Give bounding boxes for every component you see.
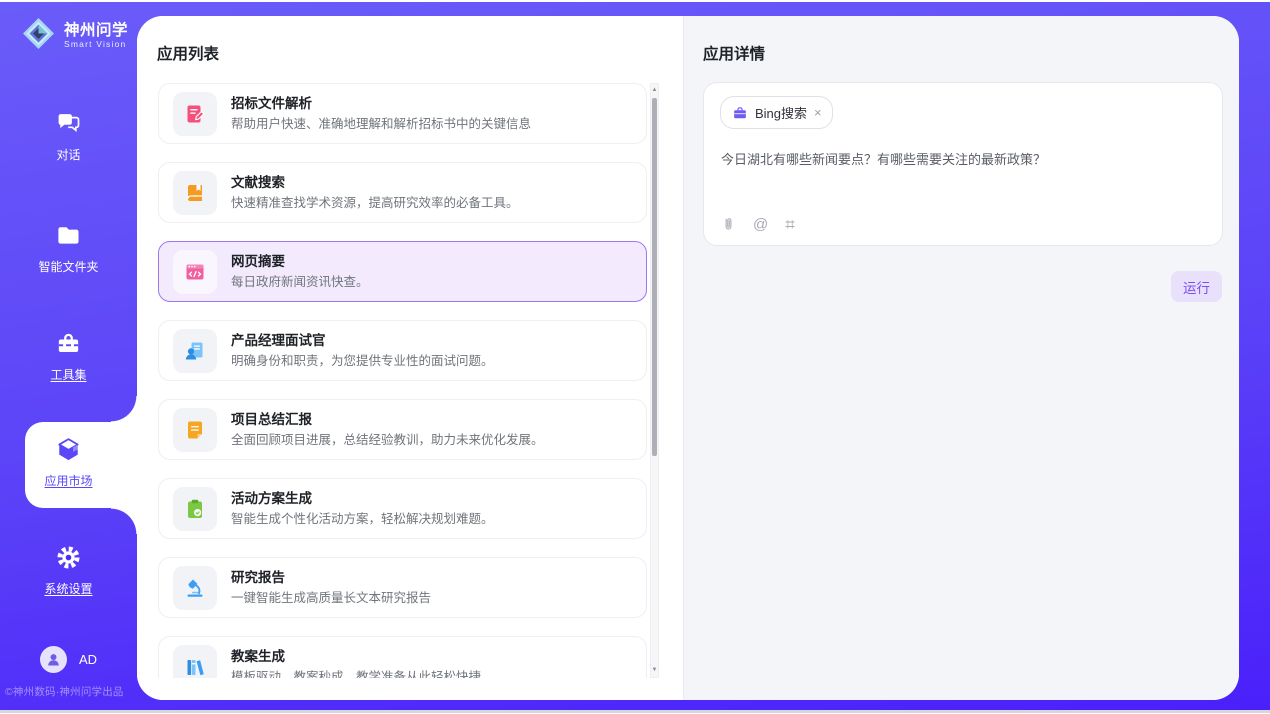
- briefcase-icon: [732, 105, 748, 121]
- sidebar-item-label: 系统设置: [0, 580, 137, 597]
- brand-diamond-icon: [20, 15, 57, 57]
- app-card-title: 产品经理面试官: [231, 332, 494, 349]
- app-card-desc: 快速精准查找学术资源，提高研究效率的必备工具。: [231, 195, 519, 211]
- app-card-title: 招标文件解析: [231, 95, 531, 112]
- app-list-pane: 应用列表 招标文件解析帮助用户快速、准确地理解和解析招标书中的关键信息文献搜索快…: [137, 16, 683, 700]
- app-card[interactable]: 项目总结汇报全面回顾项目进展，总结经验教训，助力未来优化发展。: [158, 399, 647, 460]
- tool-chip-bing-search[interactable]: Bing搜索 ×: [720, 96, 833, 129]
- scrollbar-down-arrow[interactable]: ▼: [651, 664, 658, 677]
- app-card-title: 活动方案生成: [231, 490, 494, 507]
- app-card[interactable]: 网页摘要每日政府新闻资讯快查。: [158, 241, 647, 302]
- sidebar-footer: ©神州数码·神州问学出品: [5, 684, 137, 699]
- cube-icon: [55, 436, 82, 463]
- sidebar-item-label: 对话: [0, 146, 137, 163]
- scrollbar[interactable]: ▲ ▼: [650, 83, 659, 678]
- folder-icon: [55, 222, 82, 249]
- sidebar-item-label: 智能文件夹: [0, 258, 137, 275]
- tool-chip-label: Bing搜索: [755, 103, 807, 122]
- user-row[interactable]: AD: [0, 646, 137, 673]
- sidebar-item-chat[interactable]: 对话: [0, 110, 137, 163]
- app-card-list: 招标文件解析帮助用户快速、准确地理解和解析招标书中的关键信息文献搜索快速精准查找…: [158, 83, 647, 678]
- user-name: AD: [79, 652, 97, 667]
- app-card[interactable]: 活动方案生成智能生成个性化活动方案，轻松解决规划难题。: [158, 478, 647, 539]
- hash-icon[interactable]: ⌗: [785, 217, 795, 233]
- app-card-desc: 智能生成个性化活动方案，轻松解决规划难题。: [231, 511, 494, 527]
- books-icon: [173, 645, 217, 679]
- sidebar-item-app-market[interactable]: 应用市场: [0, 436, 137, 489]
- scrollbar-up-arrow[interactable]: ▲: [651, 84, 658, 97]
- prompt-input-card[interactable]: Bing搜索 × 今日湖北有哪些新闻要点？有哪些需要关注的最新政策？ @ ⌗: [703, 82, 1223, 246]
- app-card-desc: 一键智能生成高质量长文本研究报告: [231, 590, 431, 606]
- query-text[interactable]: 今日湖北有哪些新闻要点？有哪些需要关注的最新政策？: [721, 151, 1201, 169]
- app-card-title: 网页摘要: [231, 253, 369, 270]
- app-card-desc: 帮助用户快速、准确地理解和解析招标书中的关键信息: [231, 116, 531, 132]
- bottom-edge-line: [0, 710, 1270, 713]
- paperclip-icon[interactable]: [721, 216, 736, 233]
- chat-icon: [55, 110, 82, 137]
- sidebar-item-smart-folder[interactable]: 智能文件夹: [0, 222, 137, 275]
- content-card: 应用列表 招标文件解析帮助用户快速、准确地理解和解析招标书中的关键信息文献搜索快…: [137, 16, 1239, 700]
- chip-close-icon[interactable]: ×: [814, 106, 822, 119]
- sidebar-item-settings[interactable]: 系统设置: [0, 544, 137, 597]
- interviewer-icon: [173, 329, 217, 373]
- app-card-desc: 每日政府新闻资讯快查。: [231, 274, 369, 290]
- app-list-title: 应用列表: [157, 42, 219, 64]
- composer-toolbar: @ ⌗: [721, 216, 795, 233]
- app-card[interactable]: 研究报告一键智能生成高质量长文本研究报告: [158, 557, 647, 618]
- app-card[interactable]: 产品经理面试官明确身份和职责，为您提供专业性的面试问题。: [158, 320, 647, 381]
- toolbox-icon: [55, 330, 82, 357]
- app-card[interactable]: 教案生成模板驱动，教案秒成，教学准备从此轻松快捷: [158, 636, 647, 678]
- app-card[interactable]: 文献搜索快速精准查找学术资源，提高研究效率的必备工具。: [158, 162, 647, 223]
- brand-name: 神州问学: [64, 22, 128, 39]
- app-card-desc: 模板驱动，教案秒成，教学准备从此轻松快捷: [231, 669, 481, 678]
- app-card[interactable]: 招标文件解析帮助用户快速、准确地理解和解析招标书中的关键信息: [158, 83, 647, 144]
- sidebar-item-label: 应用市场: [0, 472, 137, 489]
- sidebar-item-toolset[interactable]: 工具集: [0, 330, 137, 383]
- sidebar: 神州问学 Smart Vision 对话 智能文件夹: [0, 0, 137, 714]
- app-card-title: 项目总结汇报: [231, 411, 544, 428]
- clipboard-check-icon: [173, 487, 217, 531]
- brand-subtitle: Smart Vision: [64, 39, 128, 50]
- app-detail-pane: 应用详情 Bing搜索 × 今日湖北有哪些新闻要点？有哪些需要关注的最新政策？: [683, 16, 1239, 700]
- microscope-icon: [173, 566, 217, 610]
- app-card-desc: 明确身份和职责，为您提供专业性的面试问题。: [231, 353, 494, 369]
- brand-logo: 神州问学 Smart Vision: [20, 15, 128, 57]
- bid-document-icon: [173, 92, 217, 136]
- literature-book-icon: [173, 171, 217, 215]
- webpage-icon: [173, 250, 217, 294]
- app-card-title: 研究报告: [231, 569, 431, 586]
- scrollbar-thumb[interactable]: [652, 98, 657, 456]
- memo-icon: [173, 408, 217, 452]
- app-detail-title: 应用详情: [703, 42, 765, 64]
- sidebar-item-label: 工具集: [0, 366, 137, 383]
- app-card-title: 文献搜索: [231, 174, 519, 191]
- avatar: [40, 646, 67, 673]
- mention-icon[interactable]: @: [753, 217, 768, 233]
- app-card-desc: 全面回顾项目进展，总结经验教训，助力未来优化发展。: [231, 432, 544, 448]
- run-button[interactable]: 运行: [1171, 271, 1222, 302]
- gear-icon: [55, 544, 82, 571]
- app-card-title: 教案生成: [231, 648, 481, 665]
